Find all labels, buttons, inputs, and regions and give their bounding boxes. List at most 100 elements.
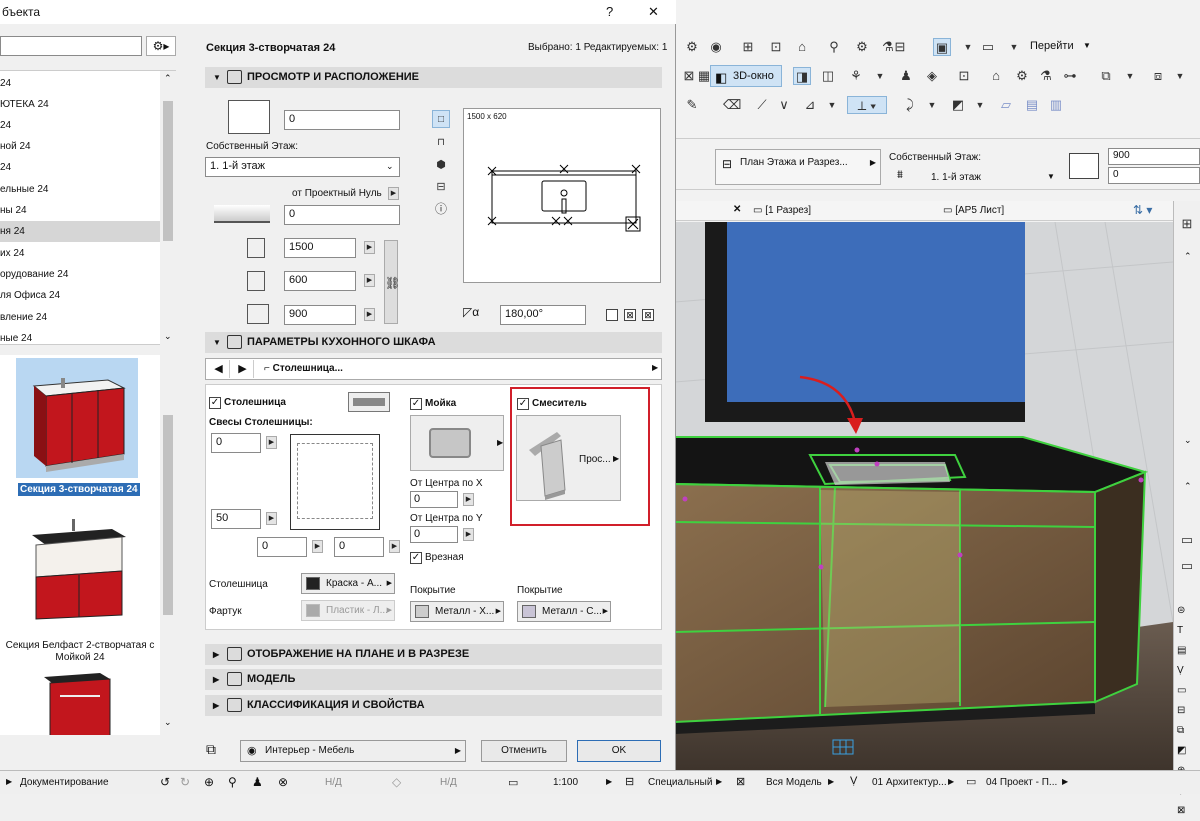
model-value[interactable]: Вся Модель — [766, 777, 822, 788]
thumb-belfast-label[interactable]: Секция Белфаст 2-створчатая с Мойкой 24 — [0, 640, 160, 664]
project-icon[interactable]: ▭ — [966, 775, 976, 788]
tool-icon[interactable]: ⌂ — [987, 67, 1005, 85]
na-icon[interactable]: ◇ — [392, 775, 401, 789]
arrow-right-button[interactable]: ▶ — [463, 493, 474, 506]
doc-mode[interactable]: Документирование — [20, 777, 109, 788]
orbit-icon[interactable]: ⊗ — [278, 775, 288, 789]
elevation-field[interactable]: 0 — [284, 110, 400, 130]
story-select[interactable]: 1. 1-й этаж — [205, 157, 400, 177]
sink-checkbox[interactable]: ✓ — [410, 398, 422, 410]
list-item-selected[interactable]: ня 24 — [0, 221, 160, 242]
arrow-right-button[interactable]: ▶ — [266, 436, 277, 449]
project-value[interactable]: 04 Проект - П... — [986, 777, 1057, 788]
chevron-up-icon[interactable]: ⌃ — [164, 73, 172, 84]
close-icon[interactable]: ✕ — [733, 204, 741, 215]
tool-icon[interactable]: ⚗ — [1037, 67, 1055, 85]
tool-icon[interactable]: ⊿ — [801, 96, 819, 114]
chevron-down-icon[interactable]: ▼ — [823, 96, 841, 114]
scale-icon[interactable]: ▭ — [508, 776, 518, 789]
page-select[interactable]: ⌐ Столешница... — [264, 363, 343, 374]
list-item[interactable]: ны 24 — [0, 200, 160, 221]
3d-viewport[interactable] — [675, 222, 1173, 770]
eraser-icon[interactable]: ⌫ — [723, 96, 741, 114]
thumb-selected-label[interactable]: Секция 3-створчатая 24 — [18, 483, 140, 496]
tab-section[interactable]: ▭ [1 Разрез] — [753, 205, 811, 216]
tool-icon[interactable]: ⚲ — [825, 38, 843, 56]
arrow-right-button[interactable]: ▶ — [389, 540, 400, 553]
plan-section-select[interactable]: ⊟ План Этажа и Разрез... ▶ — [715, 149, 881, 185]
thumb-third[interactable] — [40, 673, 112, 735]
tool-icon[interactable]: ⧉ — [1097, 67, 1115, 85]
mixer-checkbox[interactable]: ✓ — [517, 398, 529, 410]
ok-button[interactable]: OK — [577, 740, 661, 762]
close-icon[interactable]: ✕ — [648, 4, 659, 20]
overhang-field-2[interactable]: 50 — [211, 509, 261, 529]
chevron-right-icon[interactable]: ▶ — [652, 363, 658, 372]
tool-icon[interactable]: ▥ — [1047, 96, 1065, 114]
list-item[interactable]: 24 — [0, 115, 160, 136]
chevron-down-icon[interactable]: ▼ — [871, 67, 889, 85]
section-view-icon[interactable]: ⊟ — [432, 178, 450, 196]
tab-menu-icon[interactable]: ⇅ ▾ — [1133, 203, 1152, 217]
list-item[interactable]: ельные 24 — [0, 179, 160, 200]
palette-icon[interactable]: ▭ — [1178, 531, 1196, 549]
search-input[interactable] — [0, 36, 142, 56]
tool-icon[interactable]: ⟂ ▾ — [847, 96, 887, 114]
redo-icon[interactable]: ↻ — [180, 775, 190, 789]
tool-icon[interactable]: ▱ — [997, 96, 1015, 114]
thumb-belfast[interactable] — [22, 515, 132, 620]
tool-icon[interactable]: ⊞ — [739, 38, 757, 56]
zoom-in-icon[interactable]: ⊕ — [204, 775, 214, 789]
chevron-right-icon[interactable]: ▶ — [1062, 777, 1068, 786]
tab-sheet[interactable]: ▭ [АР5 Лист] — [943, 205, 1004, 216]
tool-icon[interactable]: ▭ — [979, 38, 997, 56]
3d-view-icon[interactable]: ⬢ — [432, 156, 450, 174]
mirror-icon[interactable]: ⊠ — [624, 309, 636, 321]
special-value[interactable]: Специальный — [648, 777, 712, 788]
chevron-down-icon[interactable]: ▼ — [1005, 38, 1023, 56]
list-item[interactable]: ля Офиса 24 — [0, 285, 160, 306]
tool-icon[interactable]: ⧈ — [1149, 67, 1167, 85]
scale-value[interactable]: 1:100 — [553, 777, 578, 788]
tool-icon[interactable]: ◨ — [793, 67, 811, 85]
chevron-right-icon[interactable]: ▶ — [6, 777, 12, 786]
tool-icon[interactable]: ▣ — [933, 38, 951, 56]
arrow-right-button[interactable]: ▶ — [364, 308, 375, 321]
center-y-field[interactable]: 0 — [410, 526, 458, 543]
chevron-right-icon[interactable]: ▶ — [948, 777, 954, 786]
arrow-right-button[interactable]: ▶ — [463, 528, 474, 541]
tool-icon[interactable]: ◫ — [819, 67, 837, 85]
list-item[interactable]: 24 — [0, 73, 160, 94]
thumb-selected-bg[interactable] — [16, 358, 138, 478]
list-item[interactable]: их 24 — [0, 243, 160, 264]
undo-icon[interactable]: ↺ — [160, 775, 170, 789]
arrow-right-button[interactable]: ▶ — [388, 187, 399, 200]
countertop-swatch[interactable] — [348, 392, 390, 412]
list-item[interactable]: орудование 24 — [0, 264, 160, 285]
overhang-field-1[interactable]: 0 — [211, 433, 261, 453]
height-field[interactable]: 900 — [284, 305, 356, 325]
chevron-right-icon[interactable]: ▶ — [828, 777, 834, 786]
tool-icon[interactable]: ⌂ — [793, 38, 811, 56]
overhang-field-3[interactable]: 0 — [257, 537, 307, 557]
tool-icon[interactable]: ⊶ — [1061, 67, 1079, 85]
tool-icon[interactable]: ⚘ — [847, 67, 865, 85]
tool-icon[interactable]: ∨ — [775, 96, 793, 114]
chevron-up-icon[interactable]: ⌃ — [1184, 251, 1192, 262]
plan-view-icon[interactable]: □ — [432, 110, 450, 128]
next-page-button[interactable]: ▶ — [232, 360, 254, 378]
tool-icon[interactable]: ◉ — [707, 38, 725, 56]
chevron-down-icon[interactable]: ▼ — [1121, 67, 1139, 85]
mixer-picker[interactable]: Прос... ▶ — [516, 415, 621, 501]
list-item[interactable]: вление 24 — [0, 307, 160, 328]
chevron-down-icon[interactable]: ▼ — [1047, 172, 1055, 181]
list-item[interactable]: ной 24 — [0, 136, 160, 157]
width-field[interactable]: 1500 — [284, 238, 356, 258]
chevron-down-icon[interactable]: ⌄ — [164, 717, 172, 728]
thumb-scrollbar[interactable]: ⌄ — [160, 355, 176, 735]
chevron-down-icon[interactable]: ▼ — [971, 96, 989, 114]
layer-select[interactable]: ◉ Интерьер - Мебель ▶ — [240, 740, 466, 762]
pencil-icon[interactable]: ✎ — [683, 96, 701, 114]
side-view-icon[interactable]: ⊓ — [432, 134, 450, 152]
model-view-icon[interactable]: ⊠ — [736, 775, 745, 788]
